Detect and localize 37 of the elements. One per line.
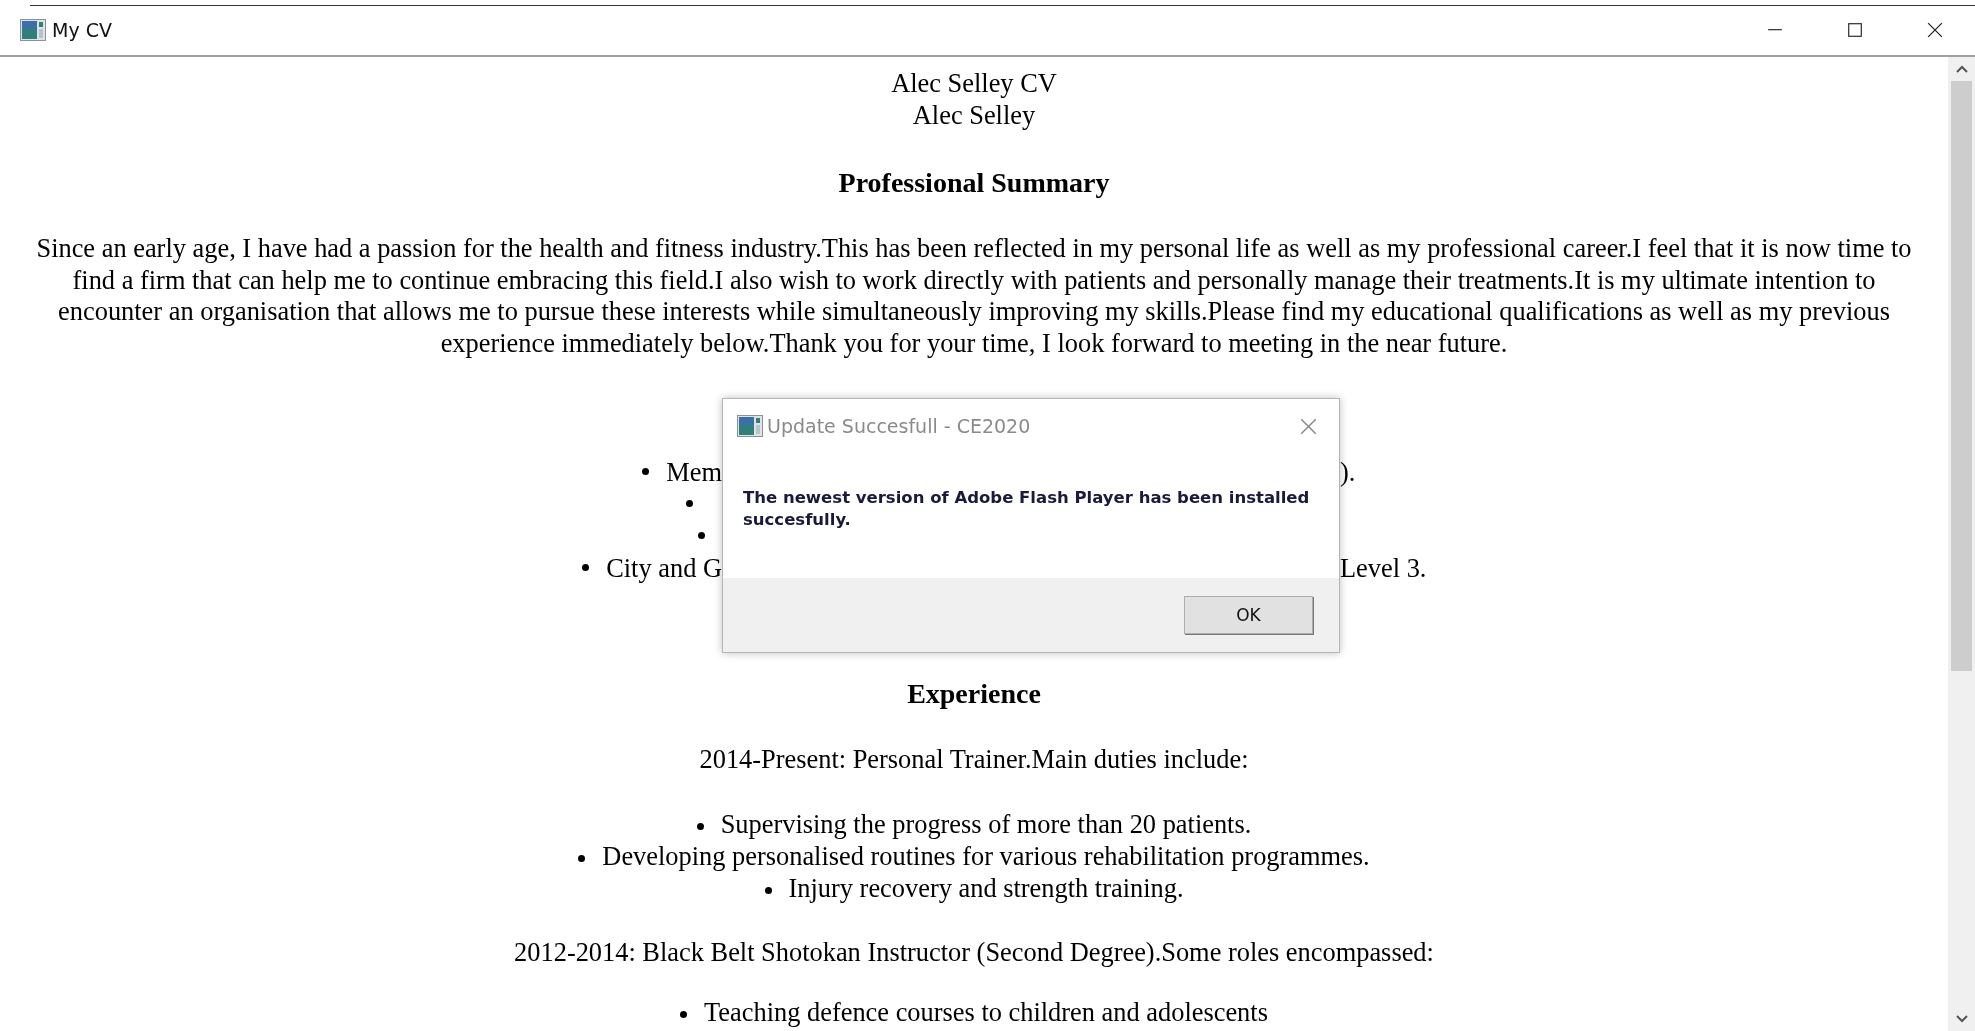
list-item-text: Teaching defence courses to children and adolescents — [704, 996, 1268, 1027]
bullet-icon — [642, 468, 650, 476]
bullet-icon — [764, 887, 772, 895]
bullet-icon — [696, 823, 704, 831]
dialog-message: The newest version of Adobe Flash Player has been installed succesfully. — [743, 487, 1311, 531]
list-item-text: Level 3. — [1340, 552, 1427, 583]
job-title-text: 2012-2014: Black Belt Shotokan Instructor (Second Degree).Some roles encompassed: — [513, 935, 1435, 968]
section-heading: Experience — [906, 676, 1042, 711]
list-item-text: City and G — [606, 551, 722, 584]
document-title: Alec Selley CV — [890, 67, 1058, 99]
app-icon — [20, 19, 46, 41]
section-heading: Professional Summary — [837, 166, 1111, 200]
summary-paragraph: Since an early age, I have had a passion for the health and fitness industry.This has been reflected in my personal life as well as my professional career.I feel that it is now time to find a firm that can help me to continue embracing this field.I also wish to work directly with patients and personally manage their treatments.It is my ultimate intention to encounter an organisation that allows me to pursue these interests while simultaneously improving my skills.Please find my educational qualifications as well as my previous experience immediately below.Thank you for your time, I look forward to meeting in the near future. — [35, 233, 1913, 360]
close-icon — [1300, 417, 1317, 435]
scroll-up-icon[interactable] — [1955, 65, 1968, 73]
ok-button[interactable]: OK — [1184, 596, 1313, 634]
list-item-text: Injury recovery and strength training. — [788, 872, 1184, 903]
job-title-text: 2014-Present: Personal Trainer.Main duties include: — [698, 742, 1250, 775]
author-name: Alec Selley — [911, 99, 1037, 131]
app-icon — [737, 415, 763, 437]
minimize-icon — [1767, 29, 1783, 31]
window-title: My CV — [52, 19, 112, 41]
maximize-icon — [1847, 22, 1863, 38]
list-item-text: Mem — [666, 455, 722, 488]
bullet-icon — [698, 532, 705, 540]
bullet-icon — [582, 564, 590, 572]
bullet-icon — [680, 1011, 688, 1019]
list-item-text: ). — [1340, 456, 1356, 487]
dialog-title: Update Succesfull - CE2020 — [767, 415, 1031, 437]
list-item-text: Developing personalised routines for various rehabilitation programmes. — [602, 840, 1370, 871]
bullet-icon — [686, 500, 693, 508]
close-icon — [1927, 22, 1943, 38]
scrollbar[interactable] — [1948, 57, 1975, 1031]
bullet-icon — [578, 855, 586, 863]
scroll-down-icon[interactable] — [1955, 1015, 1968, 1023]
list-item-text: Supervising the progress of more than 20 patients. — [720, 808, 1252, 839]
scrollbar-thumb[interactable] — [1951, 81, 1972, 671]
